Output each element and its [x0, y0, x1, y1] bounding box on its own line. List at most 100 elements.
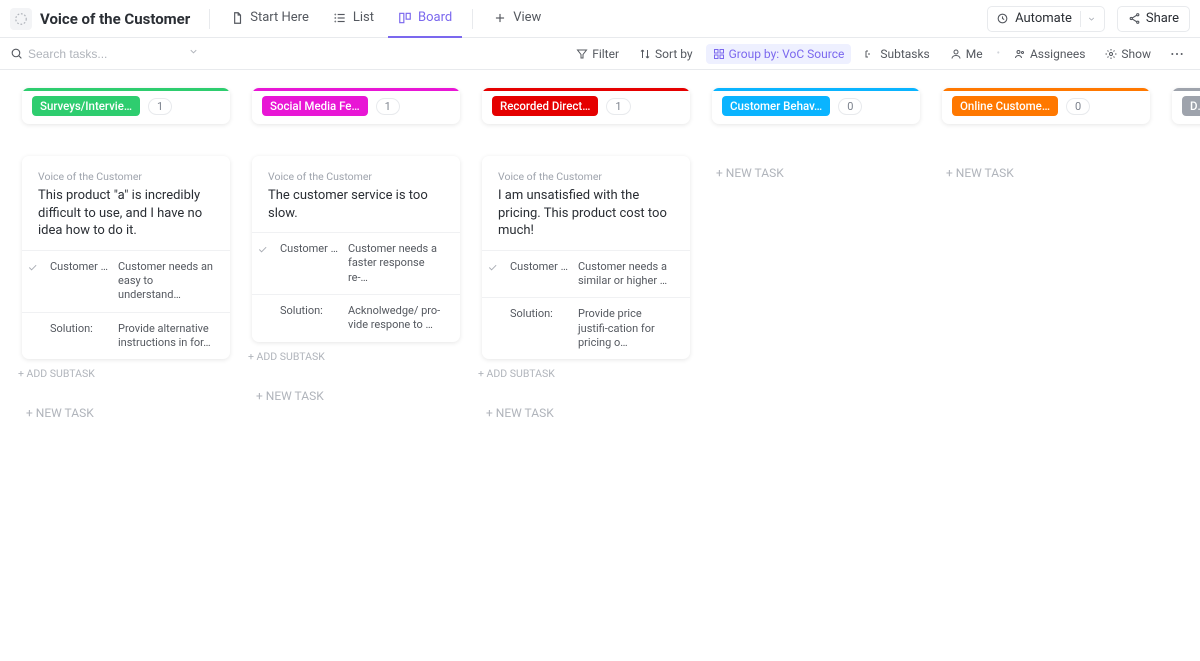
automate-label: Automate: [1015, 11, 1072, 26]
task-card[interactable]: Voice of the Customer I am unsatisfied wi…: [482, 156, 690, 359]
new-task-button[interactable]: + NEW TASK: [482, 396, 690, 430]
board-column: Recorded Direct… 1 Voice of the Customer I …: [482, 88, 690, 430]
group-icon: [713, 48, 725, 60]
chevron-down-icon[interactable]: [188, 46, 199, 61]
board-column: Customer Behav… 0 + NEW TASK: [712, 88, 920, 190]
column-count: 1: [606, 98, 630, 115]
subtask-row[interactable]: Solution:Provide price justifi-cation fo…: [482, 297, 690, 359]
column-header[interactable]: Social Media Fe… 1: [252, 88, 460, 124]
assignees-button[interactable]: Assignees: [1007, 44, 1092, 64]
column-header[interactable]: Surveys/Intervie…1: [22, 88, 230, 124]
sort-label: Sort by: [655, 47, 693, 61]
doc-icon: [230, 11, 244, 25]
tab-label: List: [353, 10, 374, 25]
add-subtask-button[interactable]: + ADD SUBTASK: [248, 342, 460, 373]
subtask-label: Customer …: [50, 260, 110, 273]
column-header[interactable]: Dir: [1172, 88, 1200, 124]
automate-icon: [996, 12, 1009, 25]
subtask-row[interactable]: Customer … Customer needs an easy to unde…: [22, 250, 230, 312]
tab-list[interactable]: List: [323, 0, 384, 38]
column-name: Recorded Direct…: [492, 96, 598, 116]
subtask-row[interactable]: Customer … Customer needs a faster respon…: [252, 232, 460, 294]
share-icon: [1128, 12, 1141, 25]
subtask-row[interactable]: Solution:Acknolwedge/ pro-vide respone t…: [252, 294, 460, 342]
tab-board[interactable]: Board: [388, 0, 462, 38]
show-label: Show: [1121, 47, 1151, 61]
check-icon: [482, 260, 502, 273]
tab-label: Board: [418, 10, 452, 25]
task-card[interactable]: Voice of the CustomerThe customer servic…: [252, 156, 460, 342]
filter-label: Filter: [592, 47, 619, 61]
column-name: Customer Behav…: [722, 96, 830, 116]
check-icon: [252, 242, 272, 255]
subtask-value: Acknolwedge/ pro-vide respone to …: [348, 304, 444, 333]
page-icon: [10, 8, 32, 30]
subtask-value: Customer needs a similar or higher …: [578, 260, 674, 289]
column-header[interactable]: Online Custome… 0: [942, 88, 1150, 124]
subtask-label: Customer …: [510, 260, 570, 273]
tab-label: View: [513, 10, 541, 25]
subtask-value: Customer needs a faster response re-…: [348, 242, 444, 285]
card-breadcrumb: Voice of the Customer: [38, 170, 214, 183]
group-by-button[interactable]: Group by: VoC Source: [706, 44, 852, 64]
subtask-row[interactable]: Solution: Provide alternative instruction…: [22, 312, 230, 360]
chevron-down-icon: [1080, 11, 1096, 27]
board-column: Surveys/Intervie…1 Voice of the CustomerT…: [22, 88, 230, 430]
share-button[interactable]: Share: [1117, 6, 1190, 32]
toolbar: Filter Sort by Group by: VoC Source Subt…: [0, 38, 1200, 70]
card-title: The customer service is too slow.: [268, 187, 444, 222]
card-breadcrumb: Voice of the Customer: [498, 170, 674, 183]
board-column: Dir: [1172, 88, 1200, 124]
automate-button[interactable]: Automate: [987, 6, 1105, 32]
gear-icon: [1105, 48, 1117, 60]
add-subtask-button[interactable]: + ADD SUBTASK: [478, 359, 690, 390]
subtask-label: Customer …: [280, 242, 340, 255]
board-column: Social Media Fe… 1 Voice of the CustomerTh…: [252, 88, 460, 413]
add-subtask-button[interactable]: + ADD SUBTASK: [18, 359, 230, 390]
subtasks-button[interactable]: Subtasks: [857, 44, 936, 64]
tab-add-view[interactable]: View: [483, 0, 551, 38]
subtask-label: Solution:: [510, 307, 570, 320]
tab-start-here[interactable]: Start Here: [220, 0, 319, 38]
card-title: I am unsatisfied with the pricing. This …: [498, 187, 674, 240]
new-task-button[interactable]: + NEW TASK: [22, 396, 230, 430]
more-button[interactable]: [1164, 43, 1190, 65]
group-label: Group by: VoC Source: [729, 47, 845, 61]
column-header[interactable]: Customer Behav… 0: [712, 88, 920, 124]
filter-button[interactable]: Filter: [569, 44, 626, 64]
column-count: 1: [148, 98, 172, 115]
topbar: Voice of the Customer Start Here List Bo…: [0, 0, 1200, 38]
column-count: 0: [838, 98, 862, 115]
subtask-row[interactable]: Customer … Customer needs a similar or hi…: [482, 250, 690, 298]
column-name: Online Custome…: [952, 96, 1058, 116]
column-name: Social Media Fe…: [262, 96, 368, 116]
separator: [472, 9, 473, 29]
separator: •: [997, 48, 1000, 59]
me-button[interactable]: Me: [943, 44, 990, 64]
subtask-label: Solution:: [50, 322, 110, 335]
board-column: Online Custome… 0 + NEW TASK: [942, 88, 1150, 190]
task-card[interactable]: Voice of the CustomerThis product "a" is…: [22, 156, 230, 359]
subtasks-label: Subtasks: [880, 47, 929, 61]
new-task-button[interactable]: + NEW TASK: [712, 156, 920, 190]
board-icon: [398, 11, 412, 25]
column-header[interactable]: Recorded Direct… 1: [482, 88, 690, 124]
new-task-button[interactable]: + NEW TASK: [942, 156, 1150, 190]
subtasks-icon: [864, 48, 876, 60]
me-label: Me: [966, 47, 983, 61]
search-input[interactable]: [28, 47, 183, 61]
column-count: 1: [376, 98, 400, 115]
search-wrap: [10, 46, 180, 61]
new-task-button[interactable]: + NEW TASK: [252, 379, 460, 413]
sort-button[interactable]: Sort by: [632, 44, 700, 64]
column-count: 0: [1066, 98, 1090, 115]
separator: [209, 9, 210, 29]
subtask-value: Customer needs an easy to understand…: [118, 260, 214, 303]
subtask-value: Provide alternative instructions in for…: [118, 322, 214, 351]
show-button[interactable]: Show: [1098, 44, 1158, 64]
check-icon: [22, 260, 42, 273]
plus-icon: [493, 11, 507, 25]
assignees-label: Assignees: [1030, 47, 1085, 61]
column-name: Dir: [1182, 96, 1200, 116]
sort-icon: [639, 48, 651, 60]
